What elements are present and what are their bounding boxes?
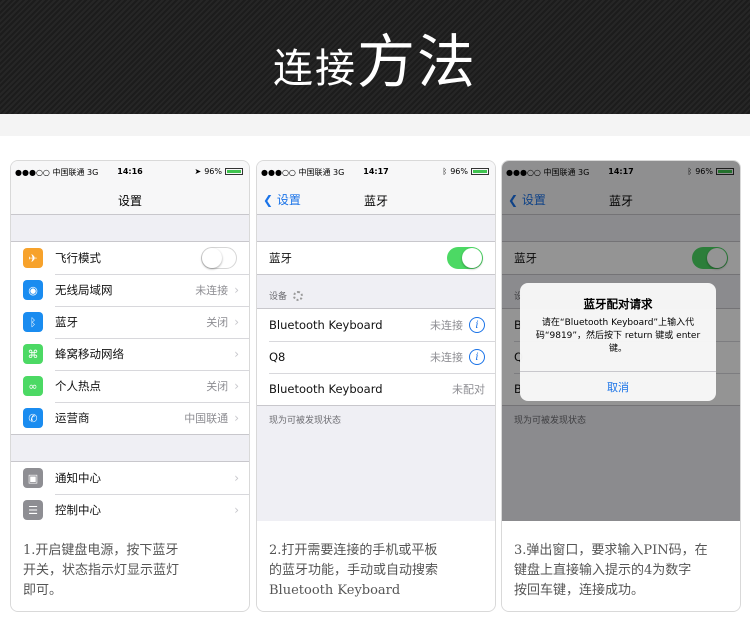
- wifi-icon: ◉: [23, 280, 43, 300]
- phone-screen-pairing: ●●●○○ 中国联通 3G 14:17 ᛒ 96% ❮ 设置 蓝牙 蓝牙 设 B …: [502, 161, 740, 521]
- status-bar: ●●●○○ 中国联通 3G 14:16 ➤ 96%: [11, 161, 249, 181]
- device-item[interactable]: Bluetooth Keyboard 未连接 i: [257, 309, 495, 341]
- chevron-right-icon: ›: [234, 503, 239, 517]
- info-icon[interactable]: i: [469, 317, 485, 333]
- device-item[interactable]: Q8 未连接 i: [257, 341, 495, 373]
- chevron-right-icon: ›: [234, 471, 239, 485]
- settings-item-cellular[interactable]: ⌘ 蜂窝移动网络 ›: [11, 338, 249, 370]
- settings-group-system: ▣ 通知中心 › ☰ 控制中心 ›: [11, 461, 249, 521]
- battery-icon: [225, 168, 243, 175]
- airplane-icon: ✈: [23, 248, 43, 268]
- step-caption-1: 1.开启键盘电源，按下蓝牙 开关，状态指示灯显示蓝灯 即可。: [11, 521, 249, 611]
- page-title: 蓝牙: [363, 194, 388, 208]
- phone-screen-bluetooth: ●●●○○ 中国联通 3G 14:17 ᛒ 96% ❮ 设置 蓝牙 蓝牙 设备 B…: [257, 161, 495, 521]
- page-title: 设置: [117, 194, 142, 208]
- settings-item-wifi[interactable]: ◉ 无线局域网 未连接 ›: [11, 274, 249, 306]
- chevron-right-icon: ›: [234, 347, 239, 361]
- bluetooth-icon: ᛒ: [23, 312, 43, 332]
- settings-group-network: ✈ 飞行模式 ◉ 无线局域网 未连接 › ᛒ 蓝牙 关闭 › ⌘ 蜂窝移动网络 …: [11, 241, 249, 435]
- chevron-right-icon: ›: [234, 283, 239, 297]
- location-icon: ➤: [194, 167, 202, 176]
- discoverable-note: 现为可被发现状态: [269, 416, 342, 426]
- loading-spinner-icon: [293, 290, 304, 301]
- step-card-1: ●●●○○ 中国联通 3G 14:16 ➤ 96% 设置 ✈ 飞行模式 ◉ 无线局…: [10, 160, 250, 612]
- info-icon[interactable]: i: [469, 349, 485, 365]
- step-caption-3: 3.弹出窗口，要求输入PIN码，在 键盘上直接输入提示的4为数字 按回车键，连接…: [502, 521, 740, 611]
- step-card-3: ●●●○○ 中国联通 3G 14:17 ᛒ 96% ❮ 设置 蓝牙 蓝牙 设 B …: [501, 160, 741, 612]
- airplane-toggle[interactable]: [201, 247, 237, 269]
- dialog-message: 请在“Bluetooth Keyboard”上输入代码“9819”，然后按下 r…: [535, 318, 701, 354]
- nav-bar: ❮ 设置 蓝牙: [257, 181, 495, 215]
- step-card-2: ●●●○○ 中国联通 3G 14:17 ᛒ 96% ❮ 设置 蓝牙 蓝牙 设备 B…: [256, 160, 496, 612]
- chevron-right-icon: ›: [234, 411, 239, 425]
- phone-screen-settings: ●●●○○ 中国联通 3G 14:16 ➤ 96% 设置 ✈ 飞行模式 ◉ 无线局…: [11, 161, 249, 521]
- device-list: Bluetooth Keyboard 未连接 i Q8 未连接 i Blueto…: [257, 308, 495, 406]
- device-item[interactable]: Bluetooth Keyboard 未配对: [257, 373, 495, 405]
- cellular-icon: ⌘: [23, 344, 43, 364]
- settings-item-control-center[interactable]: ☰ 控制中心 ›: [11, 494, 249, 521]
- settings-item-bluetooth[interactable]: ᛒ 蓝牙 关闭 ›: [11, 306, 249, 338]
- battery-icon: [471, 168, 489, 175]
- hotspot-icon: ∞: [23, 376, 43, 396]
- bluetooth-row: 蓝牙: [257, 242, 495, 274]
- cancel-button[interactable]: 取消: [520, 371, 716, 401]
- chevron-right-icon: ›: [234, 315, 239, 329]
- chevron-right-icon: ›: [234, 379, 239, 393]
- divider-stripe: [0, 114, 750, 136]
- phone-icon: ✆: [23, 408, 43, 428]
- header-banner: 连接方法: [0, 0, 750, 114]
- nav-bar: 设置: [11, 181, 249, 215]
- bluetooth-toggle-group: 蓝牙: [257, 241, 495, 275]
- control-center-icon: ☰: [23, 500, 43, 520]
- status-bar: ●●●○○ 中国联通 3G 14:17 ᛒ 96%: [257, 161, 495, 181]
- notification-center-icon: ▣: [23, 468, 43, 488]
- settings-item-carrier[interactable]: ✆ 运营商 中国联通 ›: [11, 402, 249, 434]
- settings-item-hotspot[interactable]: ∞ 个人热点 关闭 ›: [11, 370, 249, 402]
- bluetooth-toggle[interactable]: [447, 247, 483, 269]
- settings-item-airplane[interactable]: ✈ 飞行模式: [11, 242, 249, 274]
- step-caption-2: 2.打开需要连接的手机或平板 的蓝牙功能，手动或自动搜索 Bluetooth K…: [257, 521, 495, 611]
- bluetooth-status-icon: ᛒ: [442, 167, 448, 176]
- settings-item-notification-center[interactable]: ▣ 通知中心 ›: [11, 462, 249, 494]
- banner-title: 连接方法: [272, 28, 477, 96]
- pairing-request-dialog: 蓝牙配对请求 请在“Bluetooth Keyboard”上输入代码“9819”…: [520, 283, 716, 401]
- dialog-title: 蓝牙配对请求: [583, 297, 653, 311]
- devices-section-header: 设备: [257, 275, 495, 308]
